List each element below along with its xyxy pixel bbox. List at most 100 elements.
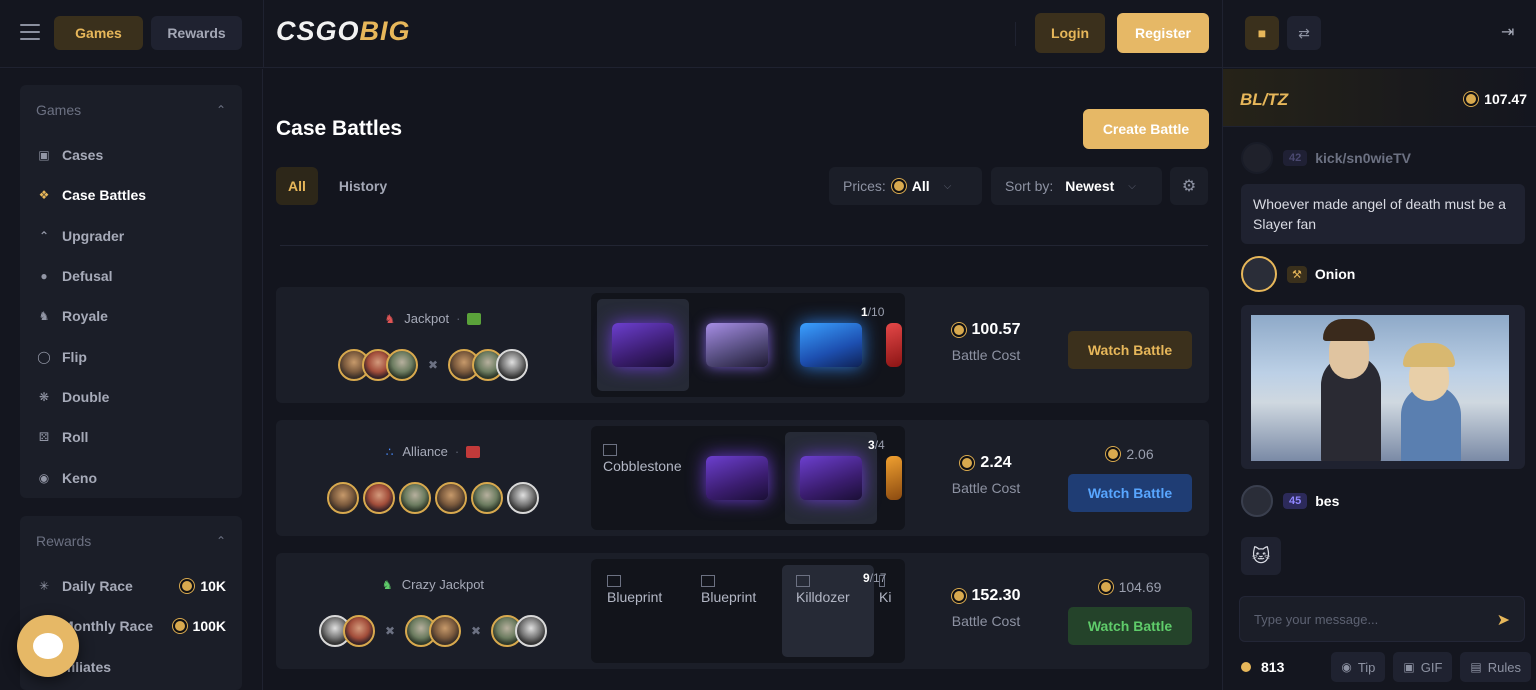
- moderator-icon: ⚒: [1287, 265, 1307, 283]
- avatar[interactable]: [385, 349, 418, 381]
- watch-battle-button[interactable]: Watch Battle: [1068, 607, 1192, 645]
- register-button[interactable]: Register: [1117, 13, 1209, 53]
- send-icon[interactable]: ➤: [1497, 610, 1510, 630]
- chat-message-user[interactable]: ⚒ Onion: [1241, 256, 1355, 292]
- sidebar-item-flip[interactable]: ◯ Flip: [20, 336, 242, 376]
- trade-tab[interactable]: ⇄: [1287, 16, 1321, 50]
- sidebar-item-label: Flip: [62, 348, 87, 365]
- defusal-icon: ●: [40, 269, 48, 284]
- reward-amount: 100K: [192, 618, 226, 635]
- modifier-icon: [466, 445, 481, 458]
- avatar[interactable]: [429, 615, 461, 647]
- swap-icon: ⇄: [1298, 24, 1310, 41]
- online-indicator-icon: [1241, 662, 1251, 672]
- avatar[interactable]: [515, 615, 548, 647]
- gif-icon: ▣: [1403, 660, 1415, 674]
- battle-mode-label: Jackpot: [404, 311, 450, 326]
- case-item: [691, 299, 783, 391]
- prices-filter[interactable]: Prices: All ⌵: [829, 167, 982, 205]
- avatar[interactable]: [1241, 142, 1273, 174]
- battle-card[interactable]: ∴ Alliance · Cobblestone 3/4 2.24 Battle…: [276, 420, 1209, 536]
- team: [448, 349, 529, 381]
- tab-history[interactable]: History: [328, 167, 398, 205]
- case-item: Cobblestone: [597, 432, 689, 524]
- sidebar-item-upgrader[interactable]: ⌃ Upgrader: [20, 216, 242, 256]
- support-chat-button[interactable]: [17, 615, 79, 677]
- avatar[interactable]: [1241, 256, 1277, 292]
- versus-icon: ✖: [427, 358, 439, 372]
- sidebar-item-label: Double: [62, 388, 110, 405]
- avatar[interactable]: [342, 615, 375, 647]
- case-item: [597, 299, 689, 391]
- sidebar-item-keno[interactable]: ◉ Keno: [20, 457, 242, 497]
- broken-image: Cobblestone: [603, 444, 682, 474]
- avatar[interactable]: [496, 349, 529, 381]
- chat-message-user[interactable]: 42 kick/sn0wieTV: [1241, 142, 1411, 174]
- settings-button[interactable]: ⚙: [1170, 167, 1208, 205]
- coin-icon: [891, 179, 906, 193]
- sidebar-item-cases[interactable]: ▣ Cases: [20, 135, 242, 175]
- reward-amount: 10K: [200, 578, 226, 595]
- gif-button[interactable]: ▣ GIF: [1393, 652, 1453, 682]
- rules-button[interactable]: ▤ Rules: [1460, 652, 1531, 682]
- nav-rewards-button[interactable]: Rewards: [151, 16, 242, 50]
- tip-button[interactable]: ◉ Tip: [1331, 652, 1386, 682]
- battle-cost-value: 100.57: [906, 321, 1066, 339]
- games-panel-header[interactable]: Games ⌃: [20, 85, 242, 135]
- page-title: Case Battles: [276, 117, 403, 140]
- sidebar-item-daily-race[interactable]: ✳ Daily Race 10K: [20, 566, 242, 606]
- sidebar-item-roll[interactable]: ⚄ Roll: [20, 417, 242, 457]
- divider: [280, 245, 1208, 246]
- avatar[interactable]: [363, 482, 395, 514]
- sidebar-item-defusal[interactable]: ● Defusal: [20, 256, 242, 296]
- prices-label: Prices:: [843, 178, 886, 194]
- chat-input[interactable]: [1240, 597, 1480, 641]
- coin-icon: [180, 579, 195, 594]
- daily-race-icon: ✳: [38, 579, 50, 594]
- chat-message-user[interactable]: 45 bes: [1241, 485, 1339, 517]
- avatar[interactable]: [507, 482, 539, 514]
- username[interactable]: bes: [1315, 493, 1339, 509]
- battle-cost-value: 2.24: [906, 454, 1066, 472]
- nav-games-button[interactable]: Games: [54, 16, 143, 50]
- sidebar: Games ⌃ ▣ Cases ❖ Case Battles ⌃ Upgrader ●…: [0, 69, 263, 690]
- team: [405, 615, 461, 647]
- chat-tab[interactable]: ■: [1245, 16, 1279, 50]
- login-button[interactable]: Login: [1035, 13, 1105, 53]
- username[interactable]: Onion: [1315, 266, 1355, 282]
- avatar[interactable]: [471, 482, 503, 514]
- sidebar-item-label: Defusal: [62, 268, 113, 285]
- sidebar-item-royale[interactable]: ♞ Royale: [20, 296, 242, 336]
- username[interactable]: kick/sn0wieTV: [1315, 150, 1411, 166]
- tab-all[interactable]: All: [276, 167, 318, 205]
- team: [318, 615, 375, 647]
- site-logo[interactable]: CSGOBIG: [276, 16, 411, 47]
- avatar[interactable]: [327, 482, 359, 514]
- avatar[interactable]: [1241, 485, 1273, 517]
- round-counter: 3/4: [868, 438, 885, 452]
- sidebar-item-case-battles[interactable]: ❖ Case Battles: [20, 175, 242, 215]
- chat-promo-banner[interactable]: BL/TZ 107.47: [1223, 69, 1536, 127]
- flip-icon: ◯: [37, 349, 51, 364]
- battle-card[interactable]: ♞ Jackpot · ✖ 1/10 100.57 Battle Cost Wa…: [276, 287, 1209, 403]
- chat-footer: 813 ◉ Tip ▣ GIF ▤ Rules: [1241, 652, 1531, 682]
- sidebar-item-double[interactable]: ❋ Double: [20, 377, 242, 417]
- chevron-up-icon[interactable]: ⌃: [216, 534, 226, 548]
- chat-bubble-icon: [33, 633, 63, 659]
- watch-battle-button[interactable]: Watch Battle: [1068, 331, 1192, 369]
- team: [337, 349, 418, 381]
- sort-filter[interactable]: Sort by: Newest ⌵: [991, 167, 1162, 205]
- watch-battle-button[interactable]: Watch Battle: [1068, 474, 1192, 512]
- avatar[interactable]: [435, 482, 467, 514]
- chevron-up-icon[interactable]: ⌃: [216, 103, 226, 117]
- create-battle-button[interactable]: Create Battle: [1083, 109, 1209, 149]
- rewards-panel-header[interactable]: Rewards ⌃: [20, 516, 242, 566]
- menu-icon[interactable]: [20, 24, 40, 40]
- sidebar-item-label: Keno: [62, 469, 97, 486]
- collapse-chat-icon[interactable]: ⇥: [1501, 22, 1514, 42]
- avatar[interactable]: [399, 482, 431, 514]
- chat-input-box: ➤: [1239, 596, 1525, 642]
- battle-cost: 100.57 Battle Cost: [906, 321, 1066, 363]
- battle-card[interactable]: ♞ Crazy Jackpot ✖ ✖ Blueprint Blueprint …: [276, 553, 1209, 669]
- battle-mode: ∴ Alliance ·: [276, 444, 590, 459]
